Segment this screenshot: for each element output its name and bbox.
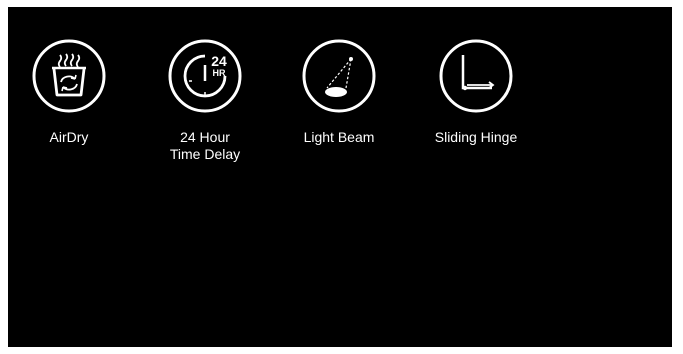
icon-text-hr: HR	[213, 68, 226, 78]
feature-label-airdry: AirDry	[49, 129, 89, 145]
features-panel: AirDry 24 HR 24 Hour Time Delay Light Be…	[8, 7, 672, 347]
feature-light-beam: Light Beam	[284, 38, 394, 146]
airdry-icon	[32, 39, 106, 113]
icon-text-24: 24	[211, 53, 227, 69]
feature-sliding-hinge: Sliding Hinge	[421, 38, 531, 146]
light-beam-icon	[302, 39, 376, 113]
sliding-hinge-icon	[439, 39, 513, 113]
feature-24-hour-time-delay: 24 HR 24 Hour Time Delay	[150, 38, 260, 163]
feature-label-sliding-hinge: Sliding Hinge	[434, 129, 518, 145]
feature-airdry: AirDry	[14, 38, 124, 146]
feature-label-24-hour-time-delay: 24 Hour Time Delay	[169, 129, 241, 162]
feature-label-light-beam: Light Beam	[303, 129, 375, 145]
24-hour-delay-icon: 24 HR	[168, 39, 242, 113]
